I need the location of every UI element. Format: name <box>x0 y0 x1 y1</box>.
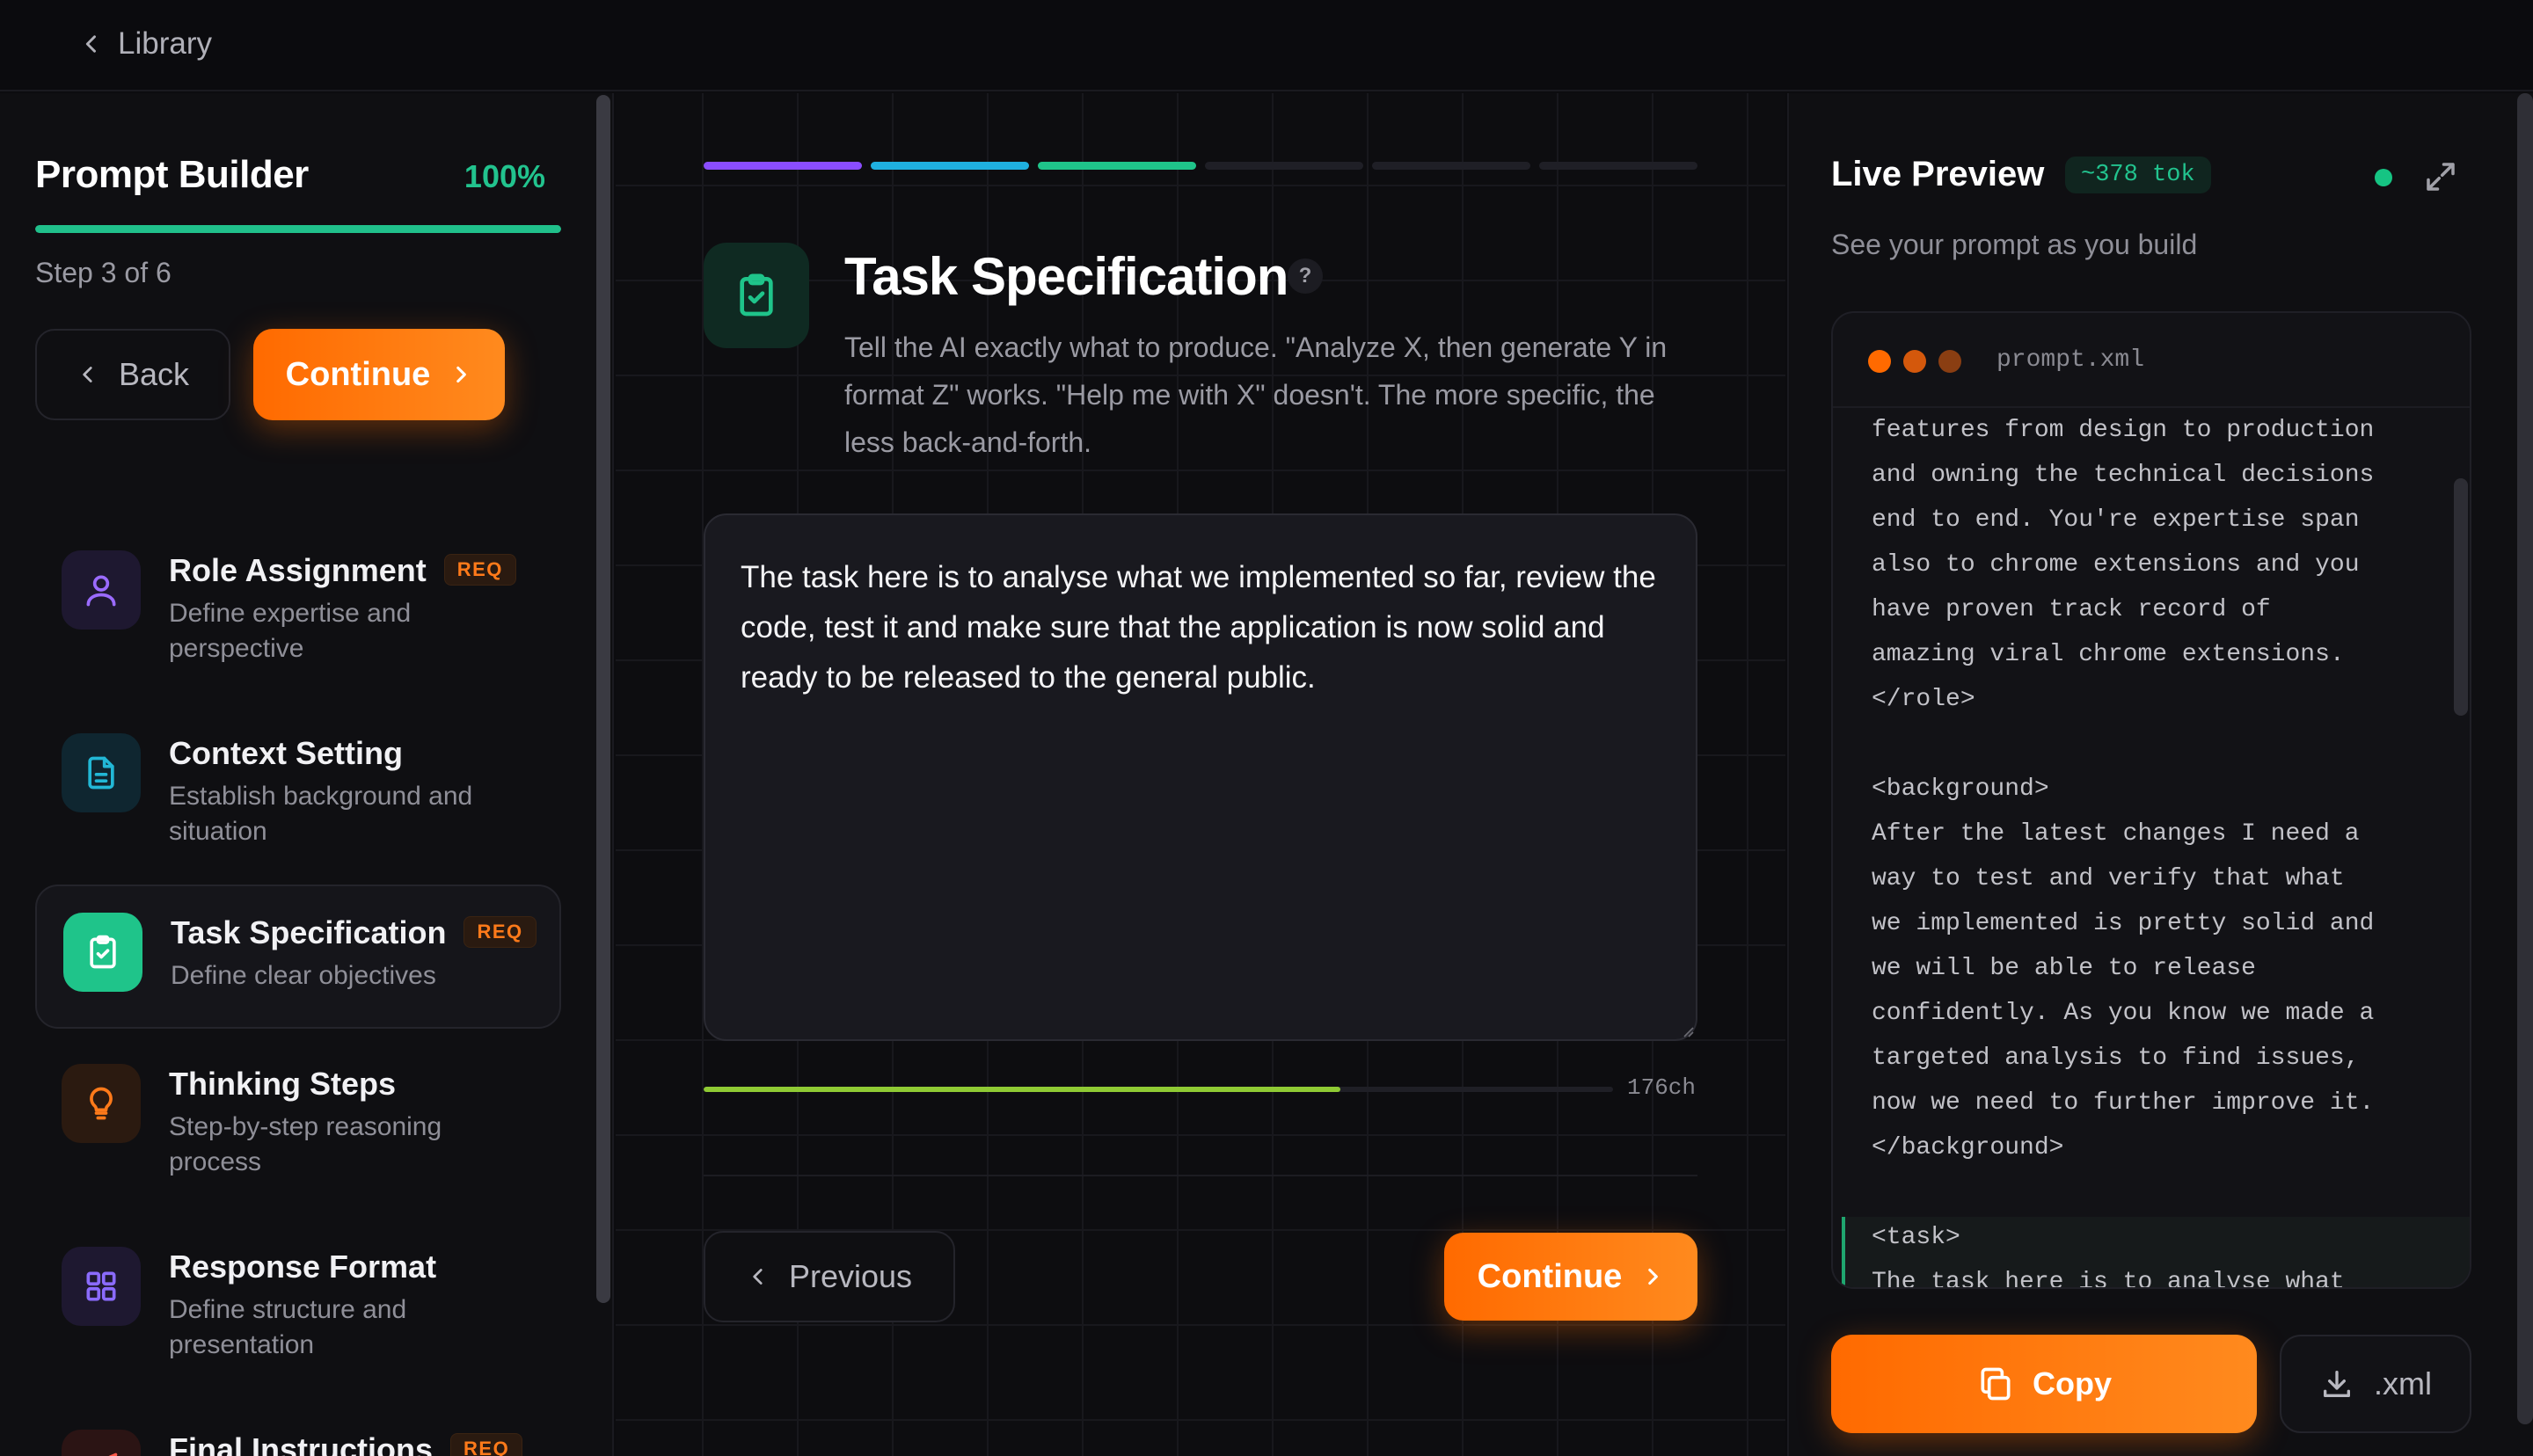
step-progress-segments <box>704 162 1697 170</box>
resize-grip-icon[interactable] <box>1680 1023 1694 1037</box>
back-button[interactable]: Back <box>35 329 230 420</box>
chevron-left-icon <box>85 35 96 53</box>
help-icon[interactable]: ? <box>1288 258 1323 294</box>
copy-label: Copy <box>2033 1365 2112 1401</box>
step-description: Define clear objectives <box>171 961 436 990</box>
back-label: Back <box>118 356 190 392</box>
library-label: Library <box>118 26 212 61</box>
download-icon <box>2324 1371 2350 1397</box>
step-name: Role Assignment REQ <box>169 552 516 589</box>
continue-label: Continue <box>1477 1257 1623 1295</box>
chevron-right-icon <box>1648 1268 1659 1285</box>
token-count-badge: ~378 tok <box>2065 157 2211 193</box>
step-item-final-instructions[interactable]: Final Instructions REQ <box>35 1401 561 1456</box>
chevron-left-icon <box>83 367 92 382</box>
step-name: Context Setting <box>169 735 403 771</box>
library-back-link[interactable]: Library <box>79 26 212 62</box>
previous-label: Previous <box>788 1258 913 1294</box>
step-description: Define structure and presentation <box>169 1295 407 1359</box>
document-icon <box>88 756 114 790</box>
step-icon-box <box>62 550 141 630</box>
step-description: Establish background and situation <box>169 782 473 846</box>
step-item-response-format[interactable]: Response Format Define structure and pre… <box>35 1220 561 1379</box>
character-meter-fill <box>704 1087 1340 1092</box>
clipboard-check-icon <box>740 273 773 317</box>
window-dot <box>1868 350 1891 373</box>
step-icon-box <box>63 913 142 992</box>
character-count: 176ch <box>1627 1074 1697 1101</box>
progress-percent: 100% <box>464 158 545 194</box>
copy-button[interactable]: Copy <box>1831 1335 2257 1433</box>
step-name: Task Specification REQ <box>171 914 537 951</box>
required-badge: REQ <box>443 554 516 586</box>
step-name: Thinking Steps <box>169 1066 397 1102</box>
chevron-right-icon <box>456 366 467 383</box>
step-item-thinking-steps[interactable]: Thinking Steps Step-by-step reasoning pr… <box>35 1036 561 1194</box>
step-item-task-specification[interactable]: Task Specification REQ Define clear objec… <box>35 885 561 1029</box>
send-icon <box>108 1452 118 1456</box>
progress-segment-5 <box>1372 162 1530 170</box>
progress-fill <box>35 225 561 233</box>
download-xml-button[interactable]: .xml <box>2280 1335 2471 1433</box>
preview-subtitle: See your prompt as you build <box>1831 229 2198 260</box>
step-description: Step-by-step reasoning process <box>169 1112 442 1176</box>
window-scrollbar[interactable] <box>2517 93 2533 1424</box>
progress-segment-3 <box>1038 162 1196 170</box>
continue-label: Continue <box>285 355 431 393</box>
grid-icon <box>86 1271 116 1301</box>
preview-title: Live Preview <box>1831 155 2045 193</box>
code-text: features from design to production and o… <box>1872 417 2375 1289</box>
step-icon-box <box>62 1247 141 1326</box>
sidebar-scrollbar[interactable] <box>596 95 610 1303</box>
task-input[interactable] <box>704 513 1697 1041</box>
code-window: prompt.xml features from design to produ… <box>1831 311 2471 1289</box>
chevron-left-icon <box>753 1269 763 1285</box>
step-icon-box <box>62 1064 141 1143</box>
clipboard-check-icon <box>90 935 116 969</box>
progress-segment-6 <box>1539 162 1697 170</box>
download-label: .xml <box>2374 1365 2432 1401</box>
step-description: Define expertise and perspective <box>169 599 412 663</box>
page-title: Task Specification <box>844 247 1288 306</box>
continue-button[interactable]: Continue <box>253 329 505 420</box>
previous-button[interactable]: Previous <box>704 1231 955 1322</box>
task-description: Tell the AI exactly what to produce. "An… <box>844 331 1668 458</box>
progress-segment-2 <box>871 162 1029 170</box>
progress-segment-1 <box>704 162 862 170</box>
step-icon-box <box>62 733 141 812</box>
divider <box>704 1175 1697 1176</box>
code-file-name: prompt.xml <box>1996 346 2145 374</box>
task-icon-box <box>704 243 809 348</box>
window-dot <box>1903 350 1926 373</box>
builder-title: Prompt Builder <box>35 153 309 196</box>
live-status-dot <box>2375 169 2392 186</box>
step-name: Response Format <box>169 1249 437 1285</box>
continue-button-main[interactable]: Continue <box>1444 1233 1697 1321</box>
required-badge: REQ <box>464 916 537 948</box>
copy-icon <box>1981 1367 2011 1401</box>
required-badge: REQ <box>450 1433 523 1456</box>
sidebar-content: Prompt Builder 100% Step 3 of 6 Back Con… <box>0 93 598 1456</box>
progress-segment-4 <box>1205 162 1363 170</box>
user-icon <box>86 575 116 607</box>
top-bar: Library <box>0 0 2533 91</box>
code-body[interactable]: features from design to production and o… <box>1833 410 2470 1289</box>
step-name: Final Instructions REQ <box>169 1431 523 1456</box>
step-item-role-assignment[interactable]: Role Assignment REQ Define expertise and … <box>35 528 561 686</box>
expand-icon[interactable] <box>2422 158 2459 195</box>
step-item-context-setting[interactable]: Context Setting Establish background and… <box>35 710 561 869</box>
window-dot <box>1938 350 1961 373</box>
step-icon-box <box>62 1430 141 1456</box>
step-counter: Step 3 of 6 <box>35 257 172 288</box>
character-meter <box>704 1087 1613 1092</box>
progress-bar <box>35 225 561 233</box>
code-window-header: prompt.xml <box>1833 313 2470 408</box>
lightbulb-icon <box>90 1087 113 1120</box>
code-scrollbar[interactable] <box>2454 478 2468 716</box>
